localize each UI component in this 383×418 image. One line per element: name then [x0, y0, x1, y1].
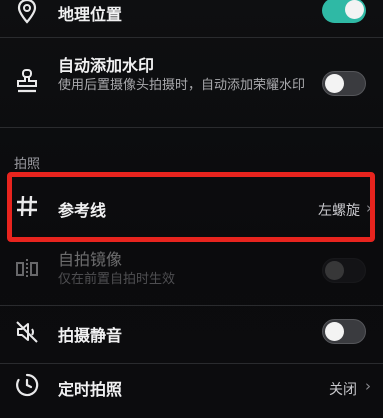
watermark-subtitle: 使用后置摄像头拍摄时，自动添加荣耀水印	[58, 78, 306, 93]
mirror-subtitle: 仅在前置自拍时生效	[58, 272, 176, 287]
setting-row-mirror: 自拍镜像 仅在前置自拍时生效	[0, 240, 383, 302]
setting-row-watermark[interactable]: 自动添加水印 使用后置摄像头拍摄时，自动添加荣耀水印	[0, 38, 383, 126]
mirror-toggle	[322, 258, 366, 283]
mirror-title: 自拍镜像	[58, 250, 123, 269]
highlight-annotation-box	[7, 172, 375, 242]
mute-toggle[interactable]	[322, 319, 366, 344]
stamp-icon	[14, 68, 40, 94]
watermark-title: 自动添加水印	[58, 56, 155, 75]
camera-settings-screen: 地理位置 自动添加水印 使用后置摄像头拍摄时，自动添加荣耀水印 拍照 参考线 左…	[0, 0, 383, 418]
setting-row-mute[interactable]: 拍摄静音	[0, 306, 383, 362]
toggle-knob	[325, 322, 344, 341]
mirror-icon	[14, 256, 40, 282]
toggle-knob	[325, 261, 344, 280]
timer-title: 定时拍照	[58, 380, 123, 399]
location-pin-icon	[14, 0, 40, 24]
toggle-knob	[345, 0, 364, 19]
location-title: 地理位置	[58, 5, 123, 24]
section-header-shooting: 拍照	[14, 157, 41, 172]
location-toggle[interactable]	[322, 0, 366, 23]
mute-speaker-icon	[14, 319, 40, 345]
setting-row-timer[interactable]: 定时拍照 关闭 ›	[0, 364, 383, 418]
toggle-knob	[325, 74, 344, 93]
mute-title: 拍摄静音	[58, 326, 123, 345]
setting-row-location[interactable]: 地理位置	[0, 0, 383, 30]
divider	[0, 127, 383, 128]
watermark-toggle[interactable]	[322, 71, 366, 96]
timer-icon	[14, 372, 40, 398]
timer-value: 关闭	[329, 382, 357, 398]
chevron-right-icon: ›	[365, 377, 371, 395]
